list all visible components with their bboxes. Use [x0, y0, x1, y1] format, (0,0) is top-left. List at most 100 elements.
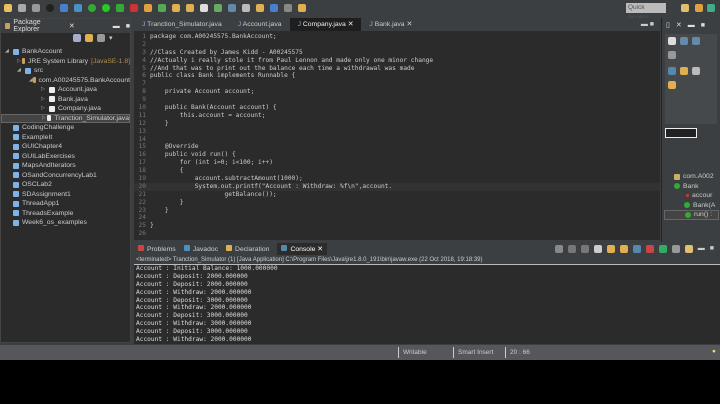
info-icon[interactable]: [680, 67, 688, 75]
outline-item-run[interactable]: run() :: [664, 210, 719, 220]
maximize-icon[interactable]: ■: [126, 23, 130, 30]
next-annotation-icon[interactable]: [214, 4, 222, 12]
code-line[interactable]: 9: [134, 96, 660, 104]
editor-tab[interactable]: J Bank.java ✕: [361, 18, 420, 31]
code-line[interactable]: 4 //Actually i really stole it from Paul …: [134, 57, 660, 65]
tree-item[interactable]: ThreadsExample: [1, 209, 130, 219]
code-line[interactable]: 25}: [134, 222, 660, 230]
expand-arrow-icon[interactable]: ▷: [17, 57, 22, 67]
navigate-icon[interactable]: [298, 4, 306, 12]
tree-item[interactable]: OSCLab2: [1, 180, 130, 190]
coverage-icon[interactable]: [116, 4, 124, 12]
code-line[interactable]: 18 {: [134, 167, 660, 175]
open-type-icon[interactable]: [172, 4, 180, 12]
highlight-icon[interactable]: [228, 4, 236, 12]
sync-icon[interactable]: [668, 81, 676, 89]
tree-item[interactable]: GUILabExercises: [1, 152, 130, 162]
word-wrap-icon[interactable]: [619, 245, 628, 253]
save-icon[interactable]: [18, 4, 26, 12]
expand-arrow-icon[interactable]: ◢: [17, 66, 25, 76]
remove-all-icon[interactable]: [580, 245, 589, 253]
code-line[interactable]: 10 public Bank(Account account) {: [134, 104, 660, 112]
new-task-icon[interactable]: [668, 37, 676, 45]
hide-icon[interactable]: [668, 67, 676, 75]
list-icon[interactable]: [692, 67, 700, 75]
tree-item[interactable]: ▷ Company.java: [1, 104, 130, 114]
tree-item[interactable]: GUIChapter4: [1, 142, 130, 152]
scroll-lock-icon[interactable]: [606, 245, 615, 253]
window-icon[interactable]: [270, 4, 278, 12]
expand-arrow-icon[interactable]: ▷: [41, 104, 49, 114]
code-line[interactable]: 17 for (int i=0; i<100; i++): [134, 159, 660, 167]
tree-item[interactable]: ▷ Account.java: [1, 85, 130, 95]
categorized-icon[interactable]: [680, 37, 688, 45]
minimize-icon[interactable]: ▬: [698, 245, 705, 253]
new-class-icon[interactable]: [158, 4, 166, 12]
show-stdout-icon[interactable]: [632, 245, 641, 253]
remove-launch-icon[interactable]: [567, 245, 576, 253]
pin-icon[interactable]: [242, 4, 250, 12]
maximize-icon[interactable]: ■: [710, 245, 714, 253]
pin-console-icon[interactable]: [658, 245, 667, 253]
display-console-icon[interactable]: [671, 245, 680, 253]
code-line[interactable]: 23 }: [134, 207, 660, 215]
clear-console-icon[interactable]: [593, 245, 602, 253]
code-line[interactable]: 8 private Account account;: [134, 88, 660, 96]
tab-console[interactable]: Console ✕: [277, 243, 327, 255]
debug-icon[interactable]: [46, 4, 54, 12]
debug-run-icon[interactable]: [88, 4, 96, 12]
code-line[interactable]: 3 //Class Created by James Kidd - A002455…: [134, 49, 660, 57]
search-icon[interactable]: [256, 4, 264, 12]
tree-item[interactable]: ◢ com.A00245575.BankAccount: [1, 76, 130, 86]
scheduled-icon[interactable]: [692, 37, 700, 45]
focus-icon[interactable]: [97, 34, 105, 42]
collapse-all-icon[interactable]: [73, 34, 81, 42]
tree-item[interactable]: ◢ src: [1, 66, 130, 76]
tab-javadoc[interactable]: Javadoc: [183, 245, 218, 253]
code-line[interactable]: 21 getBalance());: [134, 191, 660, 199]
expand-arrow-icon[interactable]: ▷: [41, 95, 49, 105]
code-line[interactable]: 5 //And that was to print out the balance…: [134, 65, 660, 73]
editor-tab[interactable]: J Tranction_Simulator.java: [134, 18, 230, 31]
expand-arrow-icon[interactable]: ◢: [5, 47, 13, 57]
code-line[interactable]: 14: [134, 136, 660, 144]
maximize-icon[interactable]: ■: [701, 22, 705, 29]
tree-item[interactable]: MapsAndIterators: [1, 161, 130, 171]
code-line[interactable]: 26: [134, 230, 660, 238]
save-all-icon[interactable]: [32, 4, 40, 12]
tree-item[interactable]: ▷ Tranction_Simulator.java: [1, 113, 130, 123]
edit-icon[interactable]: [200, 4, 208, 12]
outline-item-field[interactable]: accour: [664, 191, 719, 201]
new-icon[interactable]: [4, 4, 12, 12]
tree-item[interactable]: CodingChallenge: [1, 123, 130, 133]
task-list-icon[interactable]: ▯: [666, 21, 670, 29]
code-line[interactable]: 13: [134, 128, 660, 136]
code-line[interactable]: 15 @Override: [134, 143, 660, 151]
tree-item[interactable]: Week6_os_examples: [1, 218, 130, 228]
editor-tab[interactable]: J Company.java ✕: [289, 18, 362, 31]
find-input[interactable]: [665, 128, 697, 138]
external-tools-icon[interactable]: [130, 4, 138, 12]
code-line[interactable]: 1 package com.A00245575.BankAccount;: [134, 33, 660, 41]
help-icon[interactable]: [284, 4, 292, 12]
outline-item-constructor[interactable]: Bank(A: [664, 201, 719, 211]
tree-item[interactable]: ◢ BankAccount: [1, 47, 130, 57]
quick-access-input[interactable]: Quick Access: [626, 3, 666, 21]
tree-item[interactable]: ExampleIt: [1, 133, 130, 143]
tree-item[interactable]: SDAssignment1: [1, 190, 130, 200]
java-perspective-icon[interactable]: [707, 4, 715, 12]
open-perspective-icon[interactable]: [681, 4, 689, 12]
tree-item[interactable]: OSandConcurrencyLab1: [1, 171, 130, 181]
focus-icon[interactable]: [668, 51, 676, 59]
show-stderr-icon[interactable]: [645, 245, 654, 253]
close-icon[interactable]: ✕: [676, 21, 682, 29]
terminate-icon[interactable]: [554, 245, 563, 253]
code-line[interactable]: 22 }: [134, 199, 660, 207]
skip-icon[interactable]: [74, 4, 82, 12]
close-icon[interactable]: ✕: [346, 21, 354, 28]
close-icon[interactable]: ✕: [405, 21, 412, 28]
code-line[interactable]: 6 public class Bank implements Runnable {: [134, 72, 660, 80]
code-area[interactable]: 1 package com.A00245575.BankAccount; 2 3 //C…: [134, 33, 660, 238]
tree-item[interactable]: ▷ JRE System Library [JavaSE-1.8]: [1, 57, 130, 67]
code-line[interactable]: 2: [134, 41, 660, 49]
